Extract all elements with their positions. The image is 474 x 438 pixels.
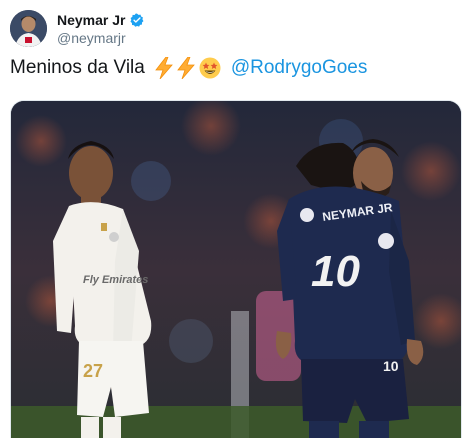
high-voltage-emoji-icon (177, 56, 195, 80)
tweet-card: Neymar Jr @neymarjr Meninos da Vila @Rod… (0, 0, 474, 438)
star-struck-emoji-icon (199, 57, 221, 79)
left-shorts-number: 27 (83, 361, 103, 381)
display-name[interactable]: Neymar Jr (57, 12, 126, 28)
right-shorts-number: 10 (383, 358, 399, 374)
name-row: Neymar Jr (57, 12, 144, 28)
verified-badge-icon (129, 13, 144, 27)
avatar[interactable] (10, 10, 47, 47)
author-block: Neymar Jr @neymarjr (57, 12, 144, 46)
tweet-body-text: Meninos da Vila (10, 57, 145, 78)
left-shirt-text: Fly Emirates (83, 274, 148, 286)
handle[interactable]: @neymarjr (57, 30, 144, 46)
right-shirt-number: 10 (311, 247, 360, 296)
tweet-text: Meninos da Vila @RodrygoGoes (10, 56, 368, 80)
mention-link[interactable]: @RodrygoGoes (231, 57, 368, 79)
high-voltage-emoji-icon (155, 56, 173, 80)
tweet-photo[interactable]: Fly Emirates 27 NEYMAR JR 10 10 (10, 100, 462, 438)
